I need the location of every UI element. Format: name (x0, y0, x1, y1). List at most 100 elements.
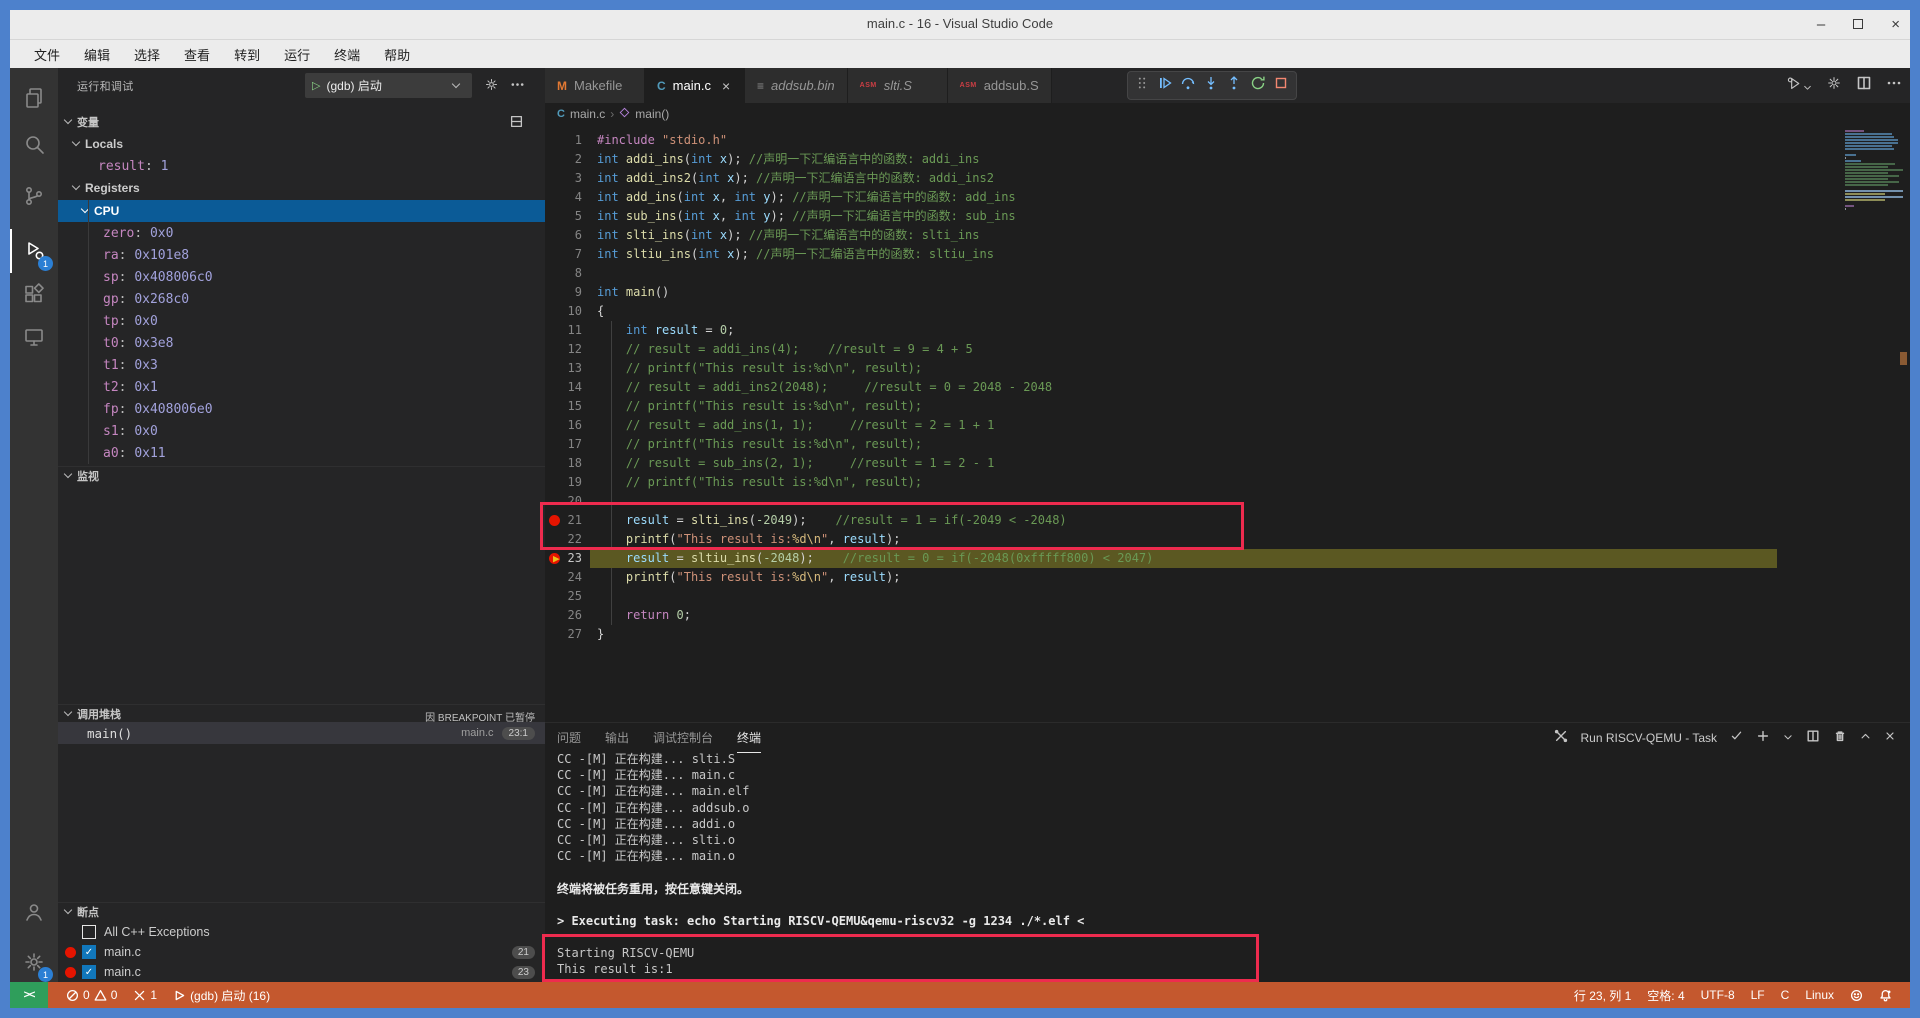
terminal-dropdown-icon[interactable] (1783, 729, 1793, 747)
breakpoints-section-header[interactable]: 断点 (58, 902, 545, 921)
language-mode[interactable]: C (1773, 982, 1798, 1008)
menu-item-选择[interactable]: 选择 (124, 42, 170, 67)
notifications-bell-icon[interactable] (1871, 982, 1900, 1008)
step-over-icon[interactable] (1180, 75, 1196, 96)
code-editor[interactable]: 1#include "stdio.h"2int addi_ins(int x);… (545, 125, 1910, 722)
debug-session-status[interactable]: (gdb) 启动 (16) (165, 982, 278, 1008)
remote-explorer-icon[interactable] (10, 315, 58, 359)
new-terminal-icon[interactable] (1756, 729, 1770, 748)
breakpoint-dot[interactable] (549, 515, 560, 526)
split-editor-icon[interactable] (1856, 75, 1872, 96)
line-number: 22 (568, 530, 582, 549)
menu-item-查看[interactable]: 查看 (174, 42, 220, 67)
line-number: 4 (575, 188, 582, 207)
minimap[interactable] (1845, 130, 1907, 211)
encoding-status[interactable]: UTF-8 (1693, 982, 1743, 1008)
editor-settings-gear-icon[interactable] (1826, 75, 1842, 96)
close-panel-icon[interactable] (1884, 729, 1896, 747)
panel-tab-终端[interactable]: 终端 (737, 723, 761, 753)
cpu-register-group[interactable]: CPU (58, 200, 545, 222)
terminal-task-label[interactable]: Run RISCV-QEMU - Task (1581, 731, 1717, 745)
tab-addsub.S[interactable]: ASMaddsub.S (948, 68, 1052, 103)
run-debug-icon[interactable]: 1 (10, 229, 58, 273)
ports-status[interactable]: 1 (125, 982, 165, 1008)
terminal-output[interactable]: CC -[M] 正在构建... slti.SCC -[M] 正在构建... ma… (557, 751, 1897, 994)
locals-group[interactable]: Locals (73, 134, 123, 153)
problems-status[interactable]: 0 0 (58, 982, 125, 1008)
panel-tab-输出[interactable]: 输出 (605, 723, 629, 753)
indentation-status[interactable]: 空格: 4 (1639, 982, 1692, 1008)
split-terminal-icon[interactable] (1806, 729, 1820, 748)
register-row[interactable]: a0: 0x11 (58, 442, 545, 464)
eol-status[interactable]: LF (1743, 982, 1773, 1008)
register-row[interactable]: fp: 0x408006e0 (58, 398, 545, 420)
call-stack-section-header[interactable]: 调用堆栈 因 BREAKPOINT 已暂停 (58, 704, 545, 723)
code-line: 21 result = slti_ins(-2049); //result = … (545, 511, 1910, 530)
menu-item-文件[interactable]: 文件 (24, 42, 70, 67)
maximize-panel-icon[interactable] (1860, 729, 1871, 747)
remote-indicator[interactable]: >< (10, 982, 48, 1008)
kill-terminal-icon[interactable] (1833, 729, 1847, 748)
extensions-icon[interactable] (10, 272, 58, 316)
menu-item-终端[interactable]: 终端 (324, 42, 370, 67)
register-row[interactable]: sp: 0x408006c0 (58, 266, 545, 288)
os-indicator[interactable]: Linux (1797, 982, 1842, 1008)
more-actions-icon[interactable] (510, 77, 525, 97)
variable-result[interactable]: result: 1 (58, 156, 545, 176)
register-row[interactable]: gp: 0x268c0 (58, 288, 545, 310)
minimize-button[interactable]: – (1817, 10, 1825, 40)
tab-main.c[interactable]: Cmain.c× (645, 68, 745, 103)
registers-group[interactable]: Registers (73, 178, 140, 197)
debug-settings-gear-icon[interactable] (484, 77, 499, 97)
register-row[interactable]: zero: 0x0 (58, 222, 545, 244)
line-number: 20 (568, 492, 582, 511)
step-into-icon[interactable] (1203, 75, 1219, 96)
breakpoint-checkbox[interactable]: ✓ (82, 965, 96, 979)
maximize-button[interactable] (1853, 10, 1863, 40)
breakpoint-checkbox[interactable] (82, 925, 96, 939)
restart-icon[interactable] (1250, 75, 1266, 96)
variables-pane-action-icon[interactable] (510, 115, 523, 131)
breakpoint-checkbox[interactable]: ✓ (82, 945, 96, 959)
explorer-icon[interactable] (10, 76, 58, 120)
register-row[interactable]: s1: 0x0 (58, 420, 545, 442)
stop-icon[interactable] (1273, 75, 1289, 96)
variables-section-header[interactable]: 变量 (58, 112, 545, 131)
tab-slti.S[interactable]: ASMslti.S (848, 68, 948, 103)
feedback-icon[interactable] (1842, 982, 1871, 1008)
panel-tab-问题[interactable]: 问题 (557, 723, 581, 753)
menu-item-运行[interactable]: 运行 (274, 42, 320, 67)
accounts-icon[interactable] (10, 890, 58, 934)
stack-frame-main[interactable]: main() main.c 23:1 (58, 722, 545, 744)
cursor-position[interactable]: 行 23, 列 1 (1566, 982, 1639, 1008)
settings-gear-icon[interactable]: 1 (10, 940, 58, 984)
launch-config-dropdown[interactable]: ▷ (gdb) 启动 (305, 73, 472, 98)
continue-icon[interactable] (1157, 75, 1173, 96)
panel-tab-调试控制台[interactable]: 调试控制台 (653, 723, 713, 753)
step-out-icon[interactable] (1226, 75, 1242, 96)
breakpoint-item[interactable]: All C++ Exceptions (58, 922, 545, 942)
tab-Makefile[interactable]: MMakefile (545, 68, 645, 103)
run-or-debug-icon[interactable] (1786, 75, 1812, 97)
watch-section-header[interactable]: 监视 (58, 466, 545, 485)
tab-addsub.bin[interactable]: ≡addsub.bin (745, 68, 848, 103)
register-row[interactable]: t2: 0x1 (58, 376, 545, 398)
code-line: 27} (545, 625, 1910, 644)
register-row[interactable]: t1: 0x3 (58, 354, 545, 376)
register-row[interactable]: tp: 0x0 (58, 310, 545, 332)
start-debug-icon[interactable]: ▷ (312, 79, 320, 92)
menu-item-编辑[interactable]: 编辑 (74, 42, 120, 67)
breakpoint-item[interactable]: ✓main.c21 (58, 942, 545, 962)
breakpoint-item[interactable]: ✓main.c23 (58, 962, 545, 982)
more-actions-icon[interactable] (1886, 75, 1902, 96)
close-icon[interactable]: × (722, 78, 730, 94)
drag-grip-icon[interactable] (1135, 76, 1149, 95)
source-control-icon[interactable] (10, 174, 58, 218)
register-row[interactable]: t0: 0x3e8 (58, 332, 545, 354)
search-icon[interactable] (10, 122, 58, 166)
breadcrumb[interactable]: C main.c › main() (545, 103, 1910, 125)
close-button[interactable]: × (1891, 10, 1900, 40)
menu-item-帮助[interactable]: 帮助 (374, 42, 420, 67)
register-row[interactable]: ra: 0x101e8 (58, 244, 545, 266)
menu-item-转到[interactable]: 转到 (224, 42, 270, 67)
